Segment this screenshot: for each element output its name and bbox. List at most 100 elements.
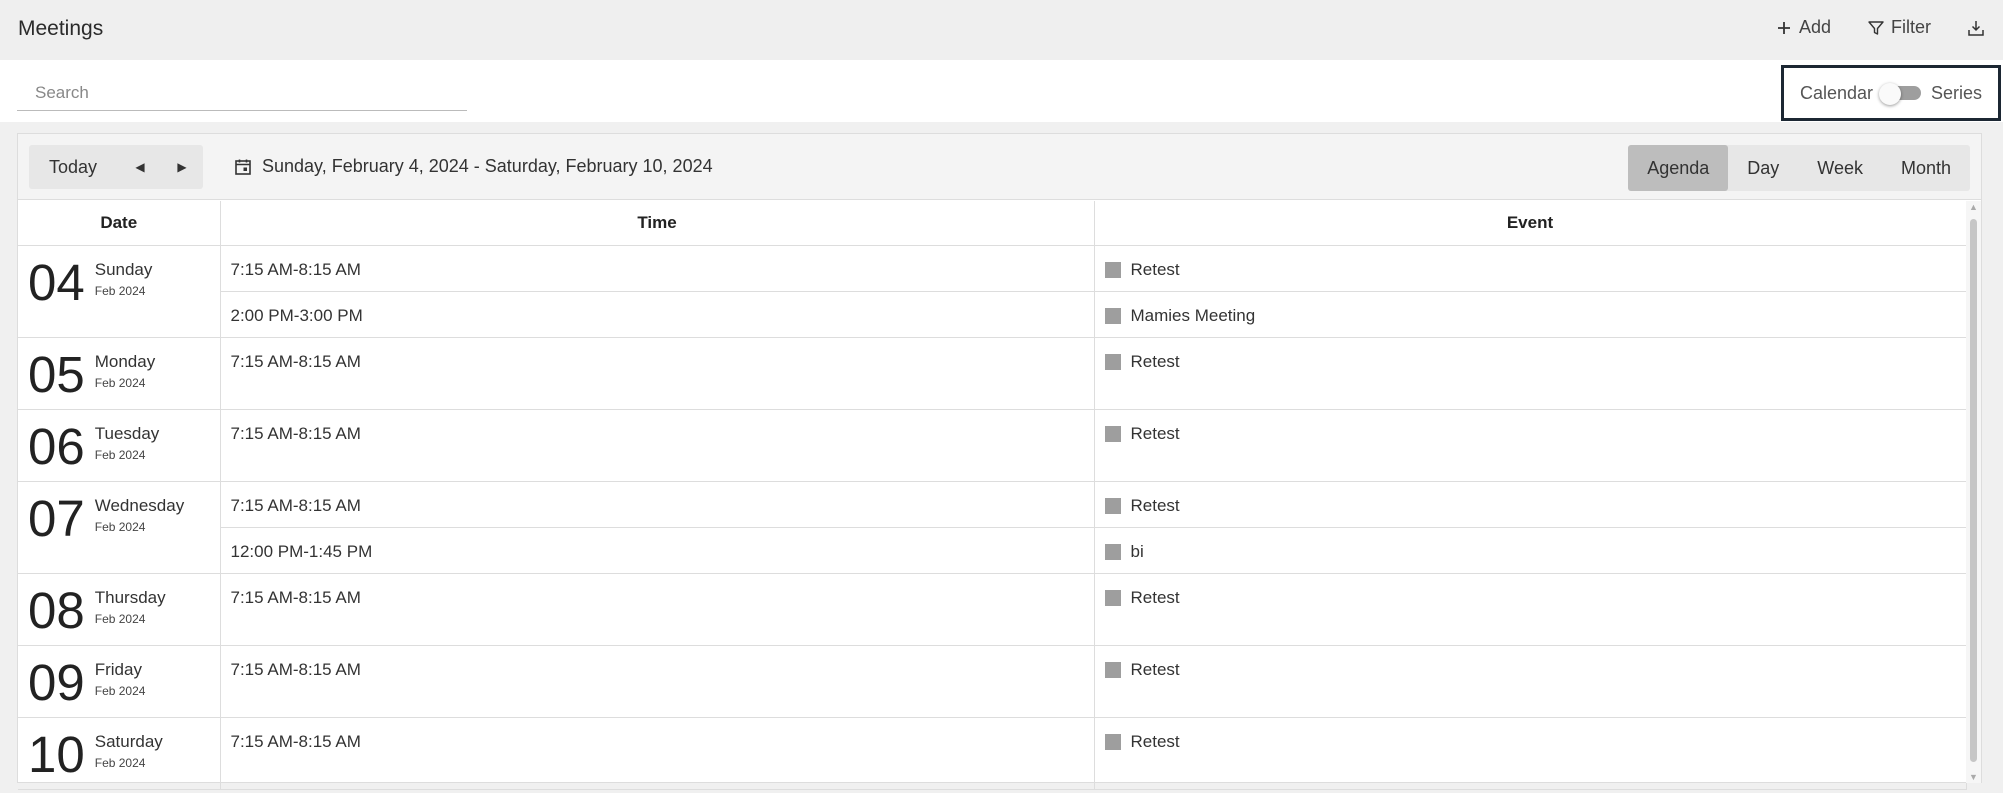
event-cell[interactable]: Retest [1094, 337, 1967, 410]
event-cell[interactable]: bi [1094, 527, 1967, 574]
event-title: Retest [1130, 495, 1180, 515]
time-cell: 7:15 AM-8:15 AM [220, 573, 1095, 646]
day-number: 08 [28, 581, 85, 639]
weekday-label: Tuesday [94, 423, 160, 443]
event-cell[interactable]: Retest [1094, 717, 1967, 790]
time-cell: 7:15 AM-8:15 AM [220, 409, 1095, 482]
agenda-row: 10 Saturday Feb 2024 7:15 AM-8:15 AM Ret… [18, 717, 1967, 790]
view-week-button[interactable]: Week [1798, 145, 1882, 191]
plus-icon [1777, 21, 1790, 34]
filter-button-label: Filter [1891, 17, 1931, 37]
weekday-label: Friday [94, 659, 142, 679]
export-button[interactable] [1967, 19, 1985, 37]
agenda-row: 05 Monday Feb 2024 7:15 AM-8:15 AM Retes… [18, 337, 1967, 410]
event-color-swatch [1104, 733, 1121, 750]
time-cell: 7:15 AM-8:15 AM [220, 337, 1095, 410]
agenda-row: 12:00 PM-1:45 PM bi [18, 527, 1967, 574]
agenda-row: 2:00 PM-3:00 PM Mamies Meeting [18, 291, 1967, 338]
scroll-up-icon[interactable]: ▲ [1969, 202, 1978, 212]
previous-button[interactable]: ◀ [119, 145, 161, 189]
month-label: Feb 2024 [94, 447, 146, 462]
time-cell: 7:15 AM-8:15 AM [220, 481, 1095, 528]
month-label: Feb 2024 [94, 519, 146, 534]
event-cell[interactable]: Retest [1094, 481, 1967, 528]
event-color-swatch [1104, 261, 1121, 278]
agenda-row: 06 Tuesday Feb 2024 7:15 AM-8:15 AM Rete… [18, 409, 1967, 482]
agenda-row: 09 Friday Feb 2024 7:15 AM-8:15 AM Retes… [18, 645, 1967, 718]
weekday-label: Monday [94, 351, 156, 371]
header-actions: Add Filter [1775, 17, 1985, 38]
time-cell: 12:00 PM-1:45 PM [220, 527, 1095, 574]
mode-switch[interactable] [1879, 83, 1925, 105]
agenda-table: Date Time Event 04 Sunday Feb 2024 7:15 [18, 201, 1967, 790]
day-number: 05 [28, 345, 85, 403]
date-range-picker[interactable]: Sunday, February 4, 2024 - Saturday, Feb… [234, 156, 713, 177]
date-cell: 06 Tuesday Feb 2024 [18, 409, 221, 482]
day-number: 10 [28, 725, 85, 783]
page-header: Meetings Add Filter [0, 0, 2003, 60]
event-title: Retest [1130, 659, 1180, 679]
download-icon [1968, 20, 1984, 36]
filter-icon [1868, 20, 1884, 35]
event-title: bi [1130, 541, 1144, 561]
date-cell: 04 Sunday Feb 2024 [18, 245, 221, 338]
today-button[interactable]: Today [29, 157, 119, 178]
event-cell[interactable]: Retest [1094, 245, 1967, 292]
weekday-label: Saturday [94, 731, 163, 751]
event-column-header: Event [1094, 201, 1967, 246]
date-range-text: Sunday, February 4, 2024 - Saturday, Feb… [262, 156, 713, 176]
vertical-scrollbar[interactable]: ▲ ▼ [1966, 201, 1981, 783]
day-number: 07 [28, 489, 85, 547]
date-cell: 05 Monday Feb 2024 [18, 337, 221, 410]
view-day-button[interactable]: Day [1728, 145, 1798, 191]
view-agenda-button[interactable]: Agenda [1628, 145, 1729, 191]
agenda-row: 04 Sunday Feb 2024 7:15 AM-8:15 AM Retes… [18, 245, 1967, 338]
event-color-swatch [1104, 543, 1121, 560]
event-color-swatch [1104, 307, 1121, 324]
event-title: Retest [1130, 259, 1180, 279]
scheduler-toolbar: Today ◀ ▶ Sunday, February 4, 2024 - Sat… [18, 134, 1981, 200]
next-button[interactable]: ▶ [161, 145, 203, 189]
event-cell[interactable]: Retest [1094, 573, 1967, 646]
event-cell[interactable]: Mamies Meeting [1094, 291, 1967, 338]
event-color-swatch [1104, 497, 1121, 514]
scrollbar-thumb[interactable] [1970, 219, 1977, 762]
event-cell[interactable]: Retest [1094, 409, 1967, 482]
time-cell: 2:00 PM-3:00 PM [220, 291, 1095, 338]
event-title: Retest [1130, 731, 1180, 751]
weekday-label: Wednesday [94, 495, 185, 515]
time-cell: 7:15 AM-8:15 AM [220, 717, 1095, 790]
event-title: Mamies Meeting [1130, 305, 1256, 325]
scheduler: Today ◀ ▶ Sunday, February 4, 2024 - Sat… [17, 133, 1982, 790]
view-switcher: Agenda Day Week Month [1628, 145, 1970, 191]
event-cell[interactable]: Retest [1094, 645, 1967, 718]
event-title: Retest [1130, 587, 1180, 607]
caret-left-icon: ◀ [135, 160, 145, 174]
calendar-label: Calendar [1799, 82, 1873, 103]
day-number: 04 [28, 253, 85, 311]
search-input[interactable] [17, 75, 467, 111]
time-column-header: Time [220, 201, 1095, 246]
date-cell: 10 Saturday Feb 2024 [18, 717, 221, 790]
month-label: Feb 2024 [94, 683, 146, 698]
filter-button[interactable]: Filter [1867, 17, 1931, 38]
month-label: Feb 2024 [94, 283, 146, 298]
series-label: Series [1931, 82, 1983, 103]
event-color-swatch [1104, 353, 1121, 370]
add-button-label: Add [1798, 17, 1831, 37]
add-button[interactable]: Add [1775, 17, 1831, 38]
day-number: 09 [28, 653, 85, 711]
scroll-down-icon[interactable]: ▼ [1969, 772, 1978, 782]
time-cell: 7:15 AM-8:15 AM [220, 645, 1095, 718]
month-label: Feb 2024 [94, 755, 146, 770]
date-cell: 09 Friday Feb 2024 [18, 645, 221, 718]
switch-knob [1879, 83, 1901, 105]
agenda-row: 07 Wednesday Feb 2024 7:15 AM-8:15 AM Re… [18, 481, 1967, 574]
date-column-header: Date [18, 201, 221, 246]
agenda-row: 08 Thursday Feb 2024 7:15 AM-8:15 AM Ret… [18, 573, 1967, 646]
day-number: 06 [28, 417, 85, 475]
view-month-button[interactable]: Month [1882, 145, 1970, 191]
date-navigation: Today ◀ ▶ [29, 145, 203, 189]
event-title: Retest [1130, 351, 1180, 371]
event-color-swatch [1104, 425, 1121, 442]
